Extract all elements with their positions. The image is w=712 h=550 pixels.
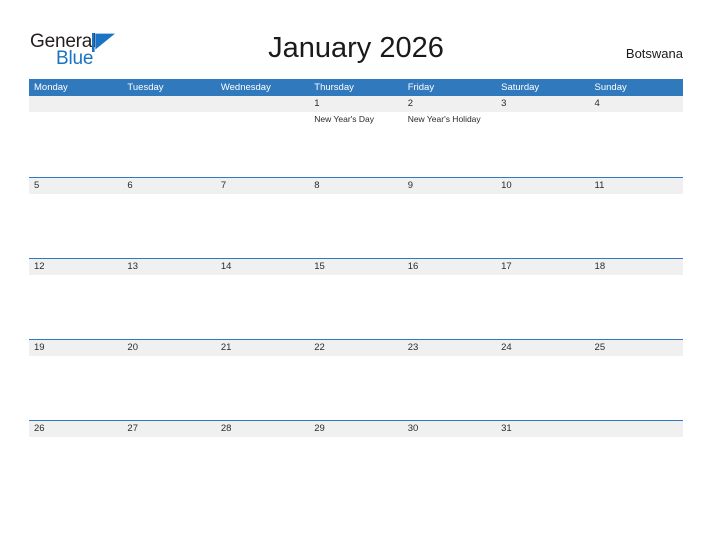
page-title: January 2026 bbox=[268, 32, 444, 64]
day-number: 27 bbox=[127, 423, 138, 434]
calendar-day-cell[interactable] bbox=[29, 96, 122, 177]
weekday-header-saturday: Saturday bbox=[501, 82, 540, 93]
day-number: 1 bbox=[314, 98, 320, 109]
day-number: 4 bbox=[594, 98, 600, 109]
country-label: Botswana bbox=[625, 46, 683, 61]
day-number: 13 bbox=[127, 261, 138, 272]
day-number: 30 bbox=[407, 423, 419, 434]
calendar-day-cell[interactable] bbox=[590, 421, 683, 502]
day-number: 23 bbox=[407, 342, 419, 353]
calendar-day-cell[interactable]: 8 bbox=[309, 178, 402, 259]
day-number: 19 bbox=[34, 342, 45, 353]
calendar-day-cell[interactable]: 31 bbox=[496, 421, 589, 502]
calendar-day-cell[interactable]: 23 bbox=[403, 340, 496, 421]
calendar-day-cell[interactable]: 11 bbox=[590, 178, 683, 259]
calendar-day-cell[interactable]: 28 bbox=[216, 421, 309, 502]
page-header: General Blue January 2026 Botswana bbox=[0, 0, 712, 79]
calendar-week-row: 12 13 14 15 16 17 18 bbox=[29, 258, 683, 339]
calendar-day-cell[interactable]: 22 bbox=[309, 340, 402, 421]
weekday-header-sunday: Sunday bbox=[594, 82, 627, 93]
calendar-day-cell[interactable]: 13 bbox=[122, 259, 215, 340]
day-number: 10 bbox=[501, 180, 512, 191]
calendar-day-cell[interactable]: 16 bbox=[403, 259, 496, 340]
day-number: 29 bbox=[314, 423, 325, 434]
day-number: 11 bbox=[594, 180, 605, 191]
day-number: 16 bbox=[407, 261, 419, 272]
day-number: 17 bbox=[501, 261, 512, 272]
weekday-header-row: Monday Tuesday Wednesday Thursday Friday… bbox=[29, 79, 683, 96]
day-number: 24 bbox=[501, 342, 512, 353]
day-number: 2 bbox=[407, 98, 413, 109]
calendar-day-cell[interactable]: 12 bbox=[29, 259, 122, 340]
day-number: 8 bbox=[314, 180, 320, 191]
weekday-header-monday: Monday bbox=[34, 82, 68, 93]
weekday-header-tuesday: Tuesday bbox=[127, 82, 164, 93]
day-number: 20 bbox=[127, 342, 138, 353]
day-number: 25 bbox=[594, 342, 606, 353]
day-number: 5 bbox=[34, 180, 40, 191]
weekday-header-wednesday: Wednesday bbox=[220, 82, 271, 93]
calendar-day-cell[interactable]: 7 bbox=[216, 178, 309, 259]
calendar-day-cell[interactable]: 18 bbox=[590, 259, 683, 340]
day-number: 22 bbox=[314, 342, 325, 353]
weekday-header-friday: Friday bbox=[407, 82, 435, 93]
calendar-day-cell[interactable]: 10 bbox=[496, 178, 589, 259]
calendar-day-cell[interactable] bbox=[122, 96, 215, 177]
day-number: 12 bbox=[34, 261, 45, 272]
calendar-day-cell[interactable]: 1 New Year's Day bbox=[309, 96, 402, 177]
day-number: 28 bbox=[220, 423, 232, 434]
calendar-day-cell[interactable] bbox=[216, 96, 309, 177]
calendar-day-cell[interactable]: 3 bbox=[496, 96, 589, 177]
calendar-day-cell[interactable]: 30 bbox=[403, 421, 496, 502]
calendar-week-row: 26 27 28 29 30 31 bbox=[29, 420, 683, 501]
calendar-day-cell[interactable]: 2 New Year's Holiday bbox=[403, 96, 496, 177]
calendar-day-cell[interactable]: 9 bbox=[403, 178, 496, 259]
day-number: 14 bbox=[220, 261, 232, 272]
calendar-day-cell[interactable]: 21 bbox=[216, 340, 309, 421]
day-event-label: New Year's Holiday bbox=[407, 114, 481, 124]
day-number: 9 bbox=[407, 180, 413, 191]
calendar-day-cell[interactable]: 29 bbox=[309, 421, 402, 502]
calendar-day-cell[interactable]: 17 bbox=[496, 259, 589, 340]
day-number: 26 bbox=[34, 423, 45, 434]
calendar-week-row: 5 6 7 8 9 10 11 bbox=[29, 177, 683, 258]
day-number: 3 bbox=[501, 98, 507, 109]
day-number: 7 bbox=[220, 180, 227, 191]
calendar-day-cell[interactable]: 5 bbox=[29, 178, 122, 259]
day-event-label: New Year's Day bbox=[314, 114, 375, 124]
calendar-day-cell[interactable]: 6 bbox=[122, 178, 215, 259]
calendar-grid: Monday Tuesday Wednesday Thursday Friday… bbox=[29, 79, 683, 501]
day-number: 21 bbox=[220, 342, 232, 353]
calendar-day-cell[interactable]: 25 bbox=[590, 340, 683, 421]
calendar-day-cell[interactable]: 14 bbox=[216, 259, 309, 340]
calendar-day-cell[interactable]: 27 bbox=[122, 421, 215, 502]
calendar-day-cell[interactable]: 4 bbox=[590, 96, 683, 177]
calendar-week-row: 1 New Year's Day 2 New Year's Holiday 3 … bbox=[29, 96, 683, 177]
calendar-day-cell[interactable]: 26 bbox=[29, 421, 122, 502]
day-number: 6 bbox=[127, 180, 133, 191]
calendar-week-row: 19 20 21 22 23 24 25 bbox=[29, 339, 683, 420]
calendar-day-cell[interactable]: 20 bbox=[122, 340, 215, 421]
day-number: 31 bbox=[501, 423, 512, 434]
calendar-day-cell[interactable]: 24 bbox=[496, 340, 589, 421]
weekday-header-thursday: Thursday bbox=[314, 82, 354, 93]
calendar-day-cell[interactable]: 15 bbox=[309, 259, 402, 340]
day-number: 18 bbox=[594, 261, 606, 272]
day-number: 15 bbox=[314, 261, 325, 272]
calendar-day-cell[interactable]: 19 bbox=[29, 340, 122, 421]
